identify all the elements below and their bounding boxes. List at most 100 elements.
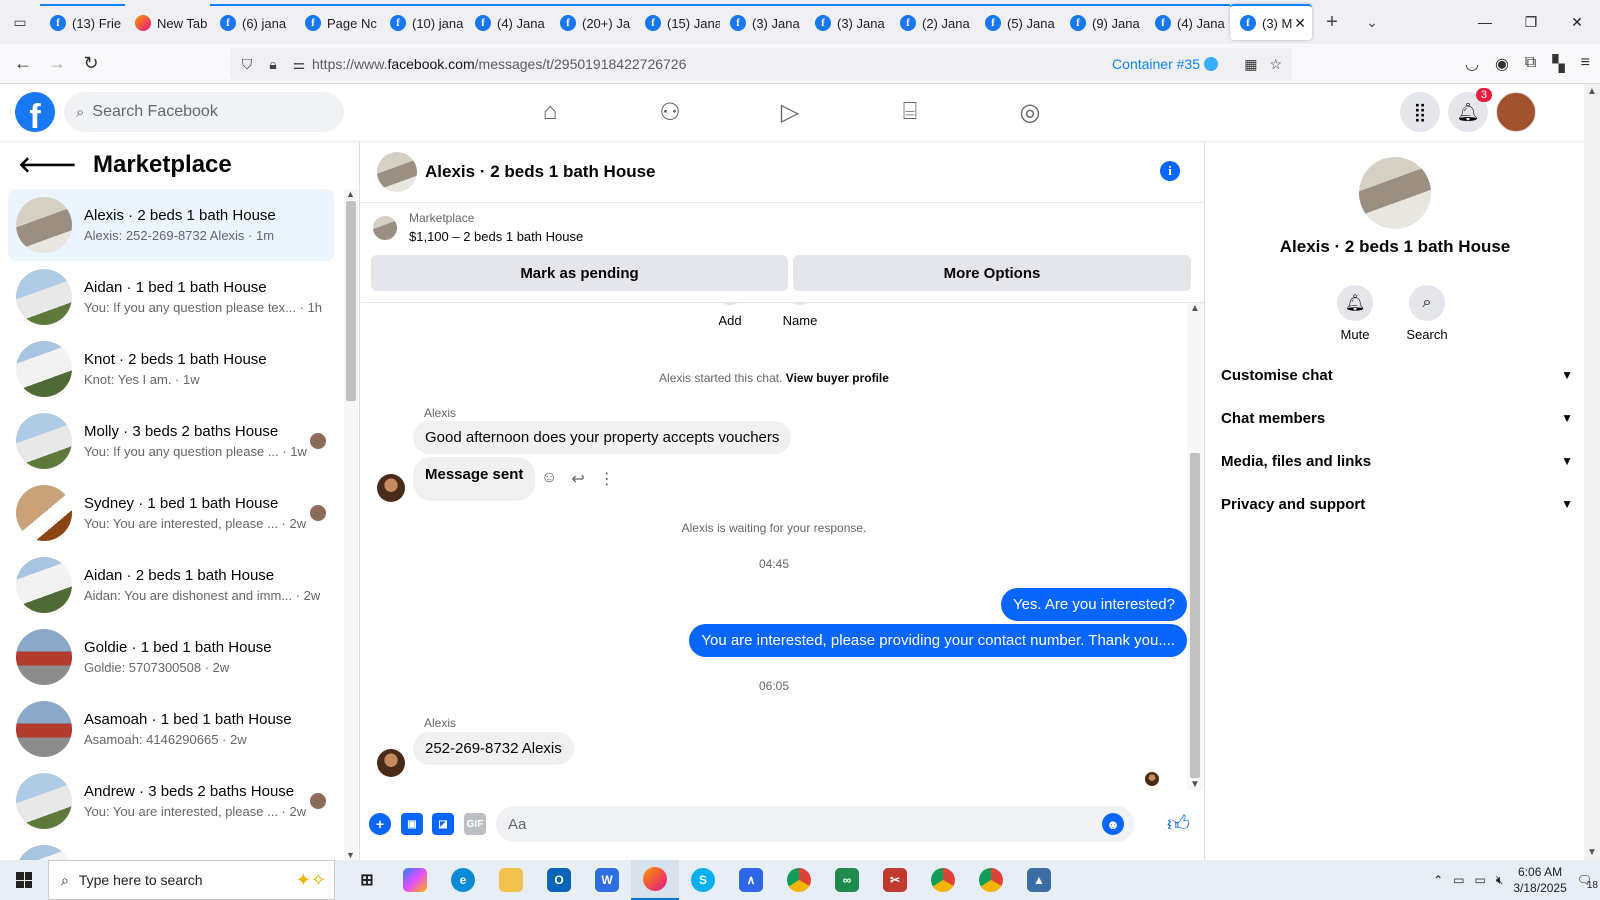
conversation-item[interactable]: Molly · 3 beds 2 baths House You: If you …	[8, 405, 334, 477]
details-section[interactable]: Privacy and support ▼	[1221, 482, 1573, 526]
browser-tab[interactable]: f (4) Jana	[1145, 4, 1230, 40]
incoming-message-bubble[interactable]: Good afternoon does your property accept…	[413, 421, 792, 454]
address-bar[interactable]: ⛉ 🔒︎ ⚌ https://www.facebook.com/messages…	[230, 48, 1292, 80]
wps-icon[interactable]: W	[583, 860, 631, 900]
notifications-bell-icon[interactable]: 🔔︎ 3	[1448, 88, 1492, 132]
browser-tab[interactable]: f (15) Jana	[635, 4, 720, 40]
shield-icon[interactable]: ⛉	[234, 56, 260, 73]
groups-icon[interactable]: ◎	[970, 84, 1090, 140]
browser-tab[interactable]: f (20+) Ja	[550, 4, 635, 40]
menu-grid-icon[interactable]: ⣿	[1400, 92, 1440, 132]
marketplace-icon[interactable]: ⌸	[850, 84, 970, 140]
video-icon[interactable]: ▷	[730, 84, 850, 140]
conversation-item[interactable]: Alexis · 2 beds 1 bath House Alexis: 252-…	[8, 189, 334, 261]
browser-tab[interactable]: f (6) jana	[210, 4, 295, 40]
url-text[interactable]: https://www.facebook.com/messages/t/2950…	[312, 56, 686, 72]
sidebar-scroll-up-icon[interactable]: ▲	[346, 189, 355, 199]
tray-chevron-icon[interactable]: ⌃	[1433, 873, 1443, 887]
container-badge[interactable]: Container #35	[1112, 56, 1218, 72]
conversation-item[interactable]: Bobby · 1 bed 1 bath House	[8, 837, 334, 860]
forward-button[interactable]: →	[40, 53, 74, 74]
file-explorer-icon[interactable]	[487, 860, 535, 900]
pocket-icon[interactable]: ◡	[1465, 54, 1479, 74]
network-icon[interactable]: ▭	[1474, 873, 1485, 887]
add-contact-icon[interactable]	[715, 303, 745, 305]
conversation-item[interactable]: Aidan · 1 bed 1 bath House You: If you an…	[8, 261, 334, 333]
menu-icon[interactable]: ≡	[1581, 54, 1590, 74]
tool-app-icon[interactable]: ✂	[871, 860, 919, 900]
chrome-profile-gm-icon[interactable]	[919, 860, 967, 900]
browser-tab[interactable]: f (9) Jana	[1060, 4, 1145, 40]
reload-button[interactable]: ↻	[74, 53, 108, 74]
extensions-icon[interactable]: ⧉	[1525, 54, 1536, 74]
permissions-icon[interactable]: ⚌	[286, 56, 312, 73]
close-window-button[interactable]: ✕	[1554, 14, 1600, 31]
new-tab-button[interactable]: +	[1312, 11, 1352, 34]
react-emoji-icon[interactable]: ☺	[541, 469, 557, 489]
info-icon[interactable]: i	[1160, 161, 1180, 181]
chrome-profile-r-icon[interactable]	[967, 860, 1015, 900]
sticker-icon[interactable]: ◪	[432, 813, 454, 835]
details-section[interactable]: Customise chat ▼	[1221, 353, 1573, 397]
infinity-app-icon[interactable]: ∞	[823, 860, 871, 900]
alexis-avatar[interactable]	[377, 474, 405, 502]
taskbar-search-input[interactable]: ⌕ Type here to search ✦✧	[48, 860, 335, 900]
details-section[interactable]: Chat members ▼	[1221, 396, 1573, 440]
gif-icon[interactable]: GIF	[464, 813, 486, 835]
name-contact-icon[interactable]	[785, 303, 815, 305]
minimize-button[interactable]: —	[1462, 14, 1508, 31]
conversation-item[interactable]: Goldie · 1 bed 1 bath House Goldie: 57073…	[8, 621, 334, 693]
emoji-icon[interactable]: ☻	[1102, 813, 1124, 835]
sidebar-scroll-down-icon[interactable]: ▼	[346, 850, 355, 860]
volume-muted-icon[interactable]: 🔇︎	[1496, 873, 1504, 888]
browser-tab[interactable]: f (3) M ✕	[1230, 4, 1312, 40]
arc-icon[interactable]: ∧	[727, 860, 775, 900]
browser-tab[interactable]: f (3) Jana	[805, 4, 890, 40]
grid-extension-icon[interactable]: ▚	[1552, 54, 1564, 74]
reply-icon[interactable]: ↩	[571, 469, 584, 489]
mark-as-pending-button[interactable]: Mark as pending	[371, 255, 788, 291]
details-section[interactable]: Media, files and links ▼	[1221, 439, 1573, 483]
conversation-item[interactable]: Andrew · 3 beds 2 baths House You: You ar…	[8, 765, 334, 837]
scroll-up-arrow-icon[interactable]: ▲	[1584, 86, 1600, 97]
network-app-icon[interactable]: ▲	[1015, 860, 1063, 900]
mute-button[interactable]: 🔔︎ Mute	[1325, 285, 1385, 342]
more-options-button[interactable]: More Options	[793, 255, 1191, 291]
chat-avatar[interactable]	[377, 151, 417, 192]
chat-scrollbar[interactable]: ▲ ▼	[1187, 303, 1203, 790]
list-tabs-chevron-icon[interactable]: ⌄	[1352, 14, 1392, 31]
scroll-down-arrow-icon[interactable]: ▼	[1587, 847, 1597, 858]
incoming-message-bubble[interactable]: 252-269-8732 Alexis	[413, 732, 574, 765]
account-icon[interactable]: ◉	[1495, 54, 1509, 74]
chat-scroll-up-icon[interactable]: ▲	[1190, 303, 1200, 314]
name-label[interactable]: Name	[775, 313, 825, 328]
restore-button[interactable]: ❐	[1508, 14, 1554, 31]
browser-tab[interactable]: f (5) Jana	[975, 4, 1060, 40]
message-input[interactable]: Aa ☻	[496, 806, 1134, 842]
browser-tab[interactable]: f (4) Jana	[465, 4, 550, 40]
conversation-item[interactable]: Knot · 2 beds 1 bath House Knot: Yes I am…	[8, 333, 334, 405]
tab-overview-icon[interactable]: ▭	[0, 0, 40, 44]
sidebar-scroll-thumb[interactable]	[346, 201, 356, 401]
chrome-icon[interactable]	[775, 860, 823, 900]
browser-tab[interactable]: f (2) Jana	[890, 4, 975, 40]
meet-icon[interactable]: ▭	[1453, 873, 1464, 887]
browser-tab[interactable]: f Page Nc	[295, 4, 380, 40]
chat-title[interactable]: Alexis · 2 beds 1 bath House	[425, 162, 656, 182]
plus-icon[interactable]: +	[369, 813, 391, 835]
notification-center-icon[interactable]: 🗨︎ 18	[1577, 873, 1598, 891]
skype-icon[interactable]: S	[679, 860, 727, 900]
copilot-icon[interactable]	[391, 860, 439, 900]
outgoing-message-bubble[interactable]: You are interested, please providing you…	[689, 624, 1187, 657]
close-tab-icon[interactable]: ✕	[1294, 15, 1306, 32]
profile-avatar[interactable]	[1496, 92, 1536, 132]
browser-tab[interactable]: f (10) jana	[380, 4, 465, 40]
browser-tab[interactable]: f (13) Frie	[40, 4, 125, 40]
search-chat-button[interactable]: ⌕ Search	[1397, 285, 1457, 342]
chat-scroll-down-icon[interactable]: ▼	[1190, 779, 1200, 790]
listing-info[interactable]: Marketplace $1,100 – 2 beds 1 bath House	[373, 211, 583, 244]
photo-icon[interactable]: ▣	[401, 813, 423, 835]
conversation-item[interactable]: Sydney · 1 bed 1 bath House You: You are …	[8, 477, 334, 549]
page-scrollbar[interactable]: ▲ ▼	[1584, 84, 1600, 860]
task-view-icon[interactable]: ⊞	[343, 860, 391, 900]
